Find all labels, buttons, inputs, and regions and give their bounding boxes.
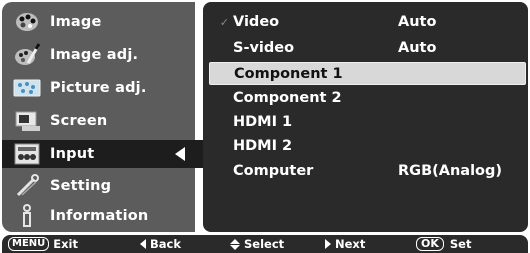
next-label: Next [335,237,366,251]
palette-icon [12,9,42,35]
information-icon [12,203,42,229]
input-row-component-2[interactable]: Component 2 [209,87,524,109]
input-label: Computer [233,163,314,179]
sidebar-item-label: Setting [50,178,112,194]
sidebar-item-label: Input [50,146,95,162]
set-label: Set [449,237,472,251]
sidebar-item-screen[interactable]: Screen [2,107,195,135]
sidebar-item-label: Screen [50,113,108,129]
sidebar-item-image-adj[interactable]: Image adj. [2,41,195,69]
sidebar-item-input[interactable]: Input [2,140,207,168]
select-label: Select [244,237,285,251]
ok-key-icon: OK [416,237,444,251]
arrow-left-icon [140,239,146,249]
input-label: Component 1 [234,65,343,82]
input-cables-icon [12,141,42,167]
input-row-hdmi-2[interactable]: HDMI 2 [209,135,524,157]
sidebar-item-information[interactable]: Information [2,202,195,230]
input-label: Video [233,14,280,30]
input-row-s-video[interactable]: S-video Auto [209,37,524,59]
sidebar-item-image[interactable]: Image [2,8,195,36]
sidebar-menu: Image Image adj. Picture adj. Screen Inp… [2,2,207,232]
input-value: Auto [398,14,437,30]
input-row-computer[interactable]: Computer RGB(Analog) [209,160,524,182]
sidebar-item-label: Image adj. [50,47,139,63]
select-guide: Select [230,236,284,252]
arrow-up-down-icon [230,238,240,250]
input-label: S-video [233,40,295,56]
exit-label: Exit [53,237,78,251]
next-guide: Next [325,236,365,252]
input-label: Component 2 [233,90,342,106]
checkmark-icon: ✓ [219,15,229,29]
menu-key-icon: MENU [8,237,50,251]
input-row-hdmi-1[interactable]: HDMI 1 [209,111,524,133]
exit-guide: MENU Exit [8,236,78,252]
set-guide: OK Set [416,236,471,252]
wrench-icon [12,173,42,199]
sidebar-item-label: Information [50,208,149,224]
guide-bar: MENU Exit Back Select Next OK Set [2,235,528,253]
chevron-left-icon [175,147,185,161]
paint-palette-brush-icon [12,42,42,68]
arrow-right-icon [325,239,331,249]
sidebar-item-picture-adj[interactable]: Picture adj. [2,74,195,102]
back-label: Back [150,237,181,251]
picture-screen-icon [12,75,42,101]
sidebar-item-setting[interactable]: Setting [2,172,195,200]
input-label: HDMI 1 [233,114,293,130]
sidebar-item-label: Picture adj. [50,80,147,96]
input-row-video[interactable]: ✓ Video Auto [209,11,524,33]
input-row-component-1[interactable]: Component 1 [209,62,526,85]
input-value: Auto [398,40,437,56]
projector-osd-menu: Image Image adj. Picture adj. Screen Inp… [0,0,530,253]
input-label: HDMI 2 [233,138,293,154]
input-value: RGB(Analog) [398,163,503,179]
input-source-list: ✓ Video Auto S-video Auto Component 1 Co… [203,2,528,232]
back-guide: Back [140,236,181,252]
screen-icon [12,108,42,134]
sidebar-item-label: Image [50,14,102,30]
